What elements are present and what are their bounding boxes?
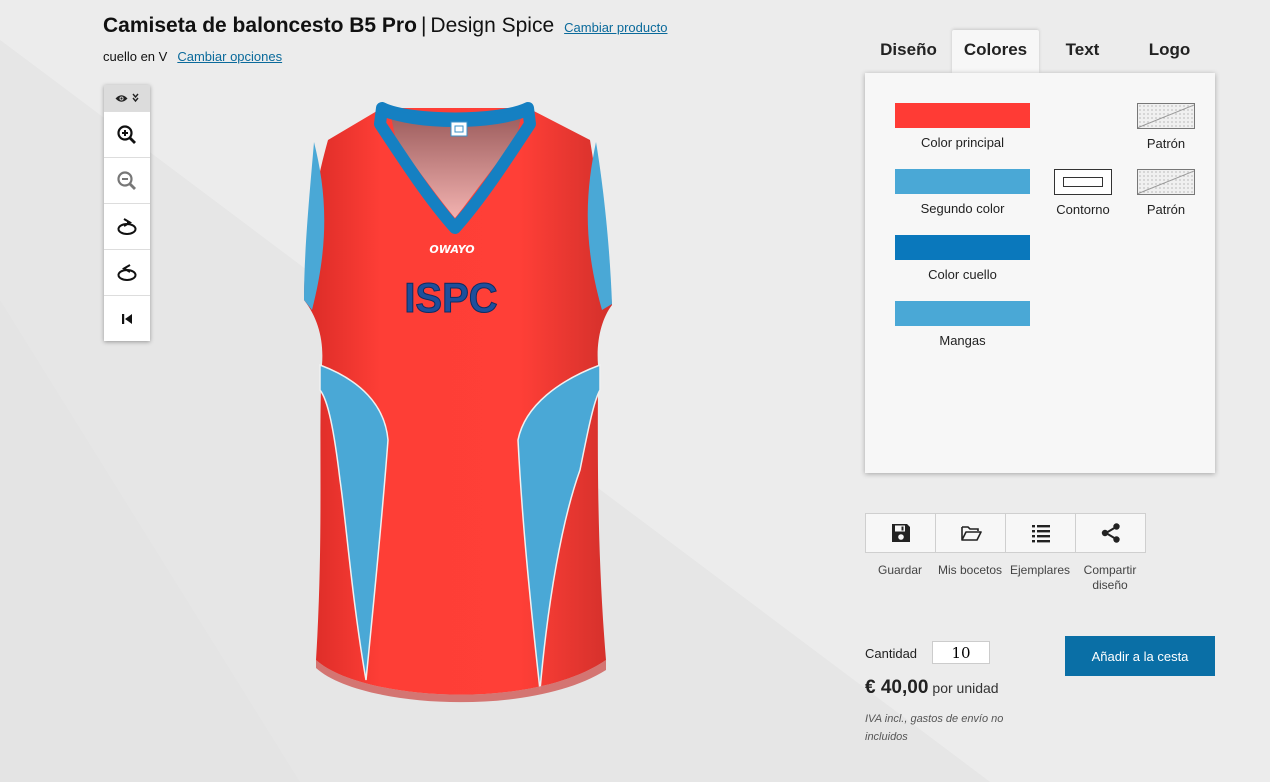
share-design-button-box[interactable] [1075, 513, 1146, 553]
jersey-preview[interactable]: OWAYO ISPC [290, 100, 630, 710]
save-button-box[interactable] [865, 513, 936, 553]
save-icon [891, 524, 910, 542]
tab-logo[interactable]: Logo [1126, 30, 1213, 73]
segundo-color-label: Segundo color [920, 201, 1005, 216]
change-options-link[interactable]: Cambiar opciones [177, 49, 282, 64]
my-sketches-button[interactable]: Mis bocetos [935, 513, 1006, 593]
segundo-color-option[interactable]: Segundo color [895, 169, 1030, 216]
examples-label: Ejemplares [1009, 563, 1071, 577]
pattern-swatch[interactable] [1137, 103, 1195, 129]
mangas-swatch[interactable] [895, 301, 1030, 326]
color-cuello-option[interactable]: Color cuello [895, 235, 1030, 282]
share-design-label: Compartir diseño [1083, 563, 1137, 592]
color-principal-swatch[interactable] [895, 103, 1030, 128]
title-separator: | [420, 14, 427, 37]
my-sketches-label: Mis bocetos [937, 563, 1003, 577]
rotate-left-button[interactable] [104, 249, 150, 295]
color-cuello-swatch[interactable] [895, 235, 1030, 260]
zoom-out-icon [117, 170, 136, 190]
my-sketches-button-box[interactable] [935, 513, 1006, 553]
list-icon [1031, 525, 1050, 543]
save-label: Guardar [877, 563, 923, 577]
rotate-left-icon [117, 263, 137, 281]
product-title: Camiseta de baloncesto B5 Pro [103, 14, 417, 37]
add-to-cart-button[interactable]: Añadir a la cesta [1065, 636, 1215, 676]
selected-option: cuello en V [103, 49, 168, 64]
pattern-option-2[interactable]: Patrón [1137, 169, 1195, 217]
tab-diseno[interactable]: Diseño [865, 30, 952, 73]
zoom-in-icon [117, 124, 136, 144]
eye-icon [115, 94, 128, 102]
color-principal-label: Color principal [920, 135, 1005, 150]
rotate-right-icon [117, 217, 137, 235]
outline-swatch[interactable] [1054, 169, 1112, 195]
zoom-out-button[interactable] [104, 157, 150, 203]
editor-tabs: Diseño Colores Text Logo [865, 30, 1215, 73]
design-name: Design Spice [430, 14, 555, 37]
options-row: cuello en V Cambiar opciones [103, 49, 282, 64]
folder-icon [960, 526, 982, 541]
vat-note: IVA incl., gastos de envío no incluidos [865, 713, 1004, 743]
price-row: € 40,00 por unidad [865, 677, 999, 699]
mangas-option[interactable]: Mangas [895, 301, 1030, 348]
colors-panel: Color principal Patrón Segundo color Con… [865, 73, 1215, 473]
zoom-in-button[interactable] [104, 111, 150, 157]
save-button[interactable]: Guardar [865, 513, 936, 593]
contorno-option[interactable]: Contorno [1054, 169, 1112, 217]
tab-text[interactable]: Text [1039, 30, 1126, 73]
pattern-label: Patrón [1146, 136, 1186, 151]
tab-colores[interactable]: Colores [952, 30, 1039, 73]
quantity-input[interactable] [932, 641, 990, 664]
view-toggle[interactable] [104, 85, 150, 111]
contorno-label: Contorno [1056, 202, 1110, 217]
change-product-link[interactable]: Cambiar producto [564, 20, 667, 35]
product-title-row: Camiseta de baloncesto B5 Pro | Design S… [103, 14, 667, 38]
rotate-right-button[interactable] [104, 203, 150, 249]
share-design-button[interactable]: Compartir diseño [1075, 513, 1146, 593]
jersey-brand: OWAYO [429, 243, 474, 256]
collapse-chevron-icon [132, 93, 139, 103]
price-unit: por unidad [932, 680, 999, 696]
pattern-option-1[interactable]: Patrón [1137, 103, 1195, 151]
price-value: € 40,00 [865, 677, 929, 698]
reset-view-button[interactable] [104, 295, 150, 341]
quantity-label: Cantidad [865, 646, 918, 661]
pattern-swatch[interactable] [1137, 169, 1195, 195]
color-cuello-label: Color cuello [928, 267, 997, 282]
color-principal-option[interactable]: Color principal [895, 103, 1030, 150]
view-toolbar [104, 85, 150, 341]
share-icon [1101, 523, 1120, 543]
skip-back-icon [122, 313, 132, 324]
pattern-label: Patrón [1146, 202, 1186, 217]
examples-button[interactable]: Ejemplares [1005, 513, 1076, 593]
jersey-text: ISPC [404, 274, 497, 321]
mangas-label: Mangas [939, 333, 986, 348]
examples-button-box[interactable] [1005, 513, 1076, 553]
segundo-color-swatch[interactable] [895, 169, 1030, 194]
design-actions: Guardar Mis bocetos Ejemplares Compartir… [865, 513, 1146, 593]
